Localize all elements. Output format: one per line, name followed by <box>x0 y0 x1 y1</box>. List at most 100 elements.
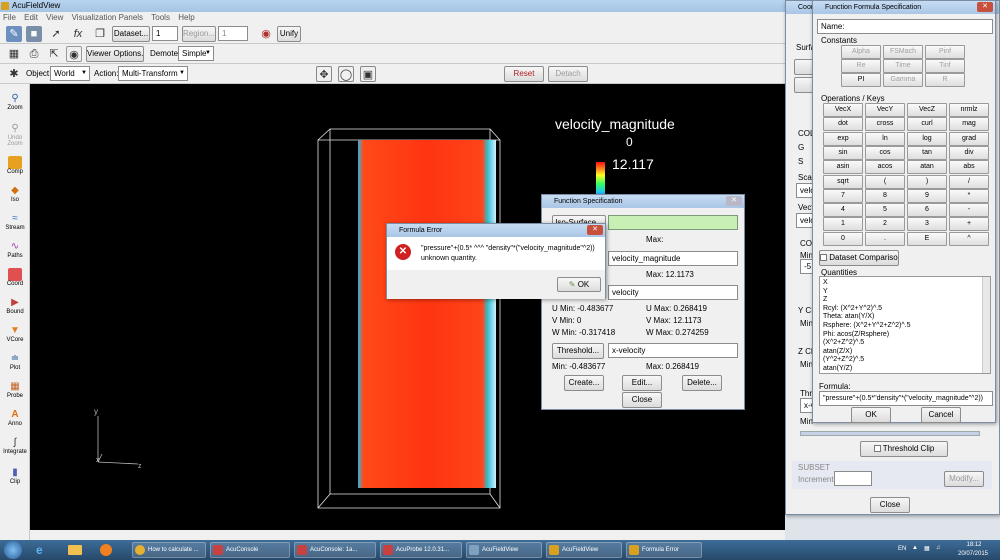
key-button[interactable]: ^ <box>949 231 989 246</box>
print-icon[interactable]: ⎙ <box>26 46 42 62</box>
function-icon[interactable]: fx <box>70 26 86 42</box>
quantity-item[interactable]: Theta: atan(Y/X) <box>823 313 990 322</box>
key-button[interactable]: VecX <box>823 103 863 117</box>
key-button[interactable]: atan <box>907 160 947 175</box>
clip-tool[interactable]: ▮ Clip <box>0 466 30 485</box>
quantity-item[interactable]: atan(Y/Z) <box>823 365 990 373</box>
quantity-item[interactable]: (X^2+Z^2)^.5 <box>823 339 990 348</box>
taskbar-item-acufieldview-2[interactable]: AcuFieldView <box>546 542 622 558</box>
key-button[interactable]: - <box>949 203 989 218</box>
key-button[interactable]: 4 <box>823 203 863 218</box>
constant-button[interactable]: Gamma <box>883 73 923 87</box>
constant-button[interactable]: PI <box>841 73 881 87</box>
action-select[interactable]: Multi-Transform ▼ <box>118 66 188 81</box>
quantity-item[interactable]: Rsphere: (X^2+Y^2+Z^2)^.5 <box>823 322 990 331</box>
key-button[interactable]: grad <box>949 131 989 146</box>
key-button[interactable]: ( <box>865 174 905 189</box>
open-icon[interactable]: ✎ <box>6 26 22 42</box>
bound-tool[interactable]: ▶ Bound <box>0 296 30 315</box>
quantities-scrollbar[interactable] <box>982 277 990 373</box>
close-icon[interactable]: ✕ <box>587 225 603 235</box>
cursor-icon[interactable]: ➚ <box>48 26 64 42</box>
demote-select[interactable]: Simple ▼ <box>178 46 214 61</box>
coord-close-button[interactable]: Close <box>870 497 910 513</box>
start-button[interactable] <box>4 541 22 559</box>
iso-tool[interactable]: ◆ Iso <box>0 184 30 203</box>
constant-button[interactable]: R <box>925 73 965 87</box>
viewer-options-button[interactable]: Viewer Options... <box>86 46 144 62</box>
dataset-input[interactable]: 1 <box>152 26 178 41</box>
key-button[interactable]: 5 <box>865 203 905 218</box>
iso-surface-field[interactable] <box>608 215 738 230</box>
globe-icon[interactable]: ◉ <box>258 26 274 42</box>
key-button[interactable]: ) <box>907 174 947 189</box>
function-spec-close-button[interactable]: Close <box>622 392 662 408</box>
modify-button[interactable]: Modify... <box>944 471 984 487</box>
dataset-comparison-toggle[interactable]: Dataset Comparison <box>819 250 899 266</box>
move-icon[interactable]: ✥ <box>316 66 332 82</box>
clock-date[interactable]: 20/07/2015 <box>952 551 994 557</box>
language-indicator[interactable]: EN <box>898 546 906 552</box>
taskbar-item-acufieldview[interactable]: AcuFieldView <box>466 542 542 558</box>
constant-button[interactable]: FSMach <box>883 45 923 59</box>
key-button[interactable]: sqrt <box>823 174 863 189</box>
key-button[interactable]: abs <box>949 160 989 175</box>
quantity-item[interactable]: Y <box>823 288 990 297</box>
close-icon[interactable]: ✕ <box>977 2 993 12</box>
reset-button[interactable]: Reset <box>504 66 544 82</box>
unify-button[interactable]: Unify <box>277 26 301 42</box>
key-button[interactable]: tan <box>907 145 947 160</box>
color-field-input[interactable]: velocity_magnitude <box>608 251 738 266</box>
key-button[interactable]: 2 <box>865 217 905 232</box>
vector-field-input[interactable]: velocity <box>608 285 738 300</box>
grid-icon[interactable]: ▦ <box>6 46 22 62</box>
create-button[interactable]: Create... <box>564 375 604 391</box>
key-button[interactable]: nrmlz <box>949 103 989 117</box>
tray-arrow-icon[interactable]: ▲ <box>912 545 918 551</box>
key-button[interactable]: 6 <box>907 203 947 218</box>
key-button[interactable]: 3 <box>907 217 947 232</box>
key-button[interactable]: 0 <box>823 231 863 246</box>
coord-button-1[interactable] <box>794 59 814 75</box>
formula-input[interactable]: "pressure"+(0.5*"density"*("velocity_mag… <box>819 391 993 406</box>
threshold-field-input[interactable]: x-velocity <box>608 343 738 358</box>
menu-tools[interactable]: Tools <box>151 13 170 22</box>
constant-button[interactable]: Tinf <box>925 59 965 73</box>
delete-button[interactable]: Delete... <box>682 375 722 391</box>
key-button[interactable]: dot <box>823 117 863 132</box>
key-button[interactable]: 8 <box>865 188 905 203</box>
constant-button[interactable]: Alpha <box>841 45 881 59</box>
rotate-icon[interactable]: ◯ <box>338 66 354 82</box>
region-button[interactable]: Region... <box>182 26 216 42</box>
constant-button[interactable]: Re <box>841 59 881 73</box>
key-button[interactable]: 7 <box>823 188 863 203</box>
anno-tool[interactable]: A Anno <box>0 408 30 427</box>
formula-cancel-button[interactable]: Cancel <box>921 407 961 423</box>
close-icon[interactable]: ✕ <box>726 196 742 206</box>
comp-tool[interactable]: Comp <box>0 156 30 175</box>
taskbar-item-acuprobe[interactable]: AcuProbe 12.0.31... <box>380 542 462 558</box>
zoom-tool[interactable]: ⚲ Zoom <box>0 92 30 111</box>
menu-visualization-panels[interactable]: Visualization Panels <box>72 13 143 22</box>
key-button[interactable]: curl <box>907 117 947 132</box>
detach-button[interactable]: Detach <box>548 66 588 82</box>
key-button[interactable]: E <box>907 231 947 246</box>
key-button[interactable]: div <box>949 145 989 160</box>
key-button[interactable]: 9 <box>907 188 947 203</box>
edit-button[interactable]: Edit... <box>622 375 662 391</box>
quantity-item[interactable]: atan(Z/X) <box>823 348 990 357</box>
taskbar-item-browser[interactable]: How to calculate ... <box>132 542 206 558</box>
quantities-list[interactable]: X Y Z Rcyl: (X^2+Y^2)^.5 Theta: atan(Y/X) Rsp… <box>819 276 991 374</box>
camera-icon[interactable]: ◉ <box>66 46 82 62</box>
stream-tool[interactable]: ≈ Stream <box>0 212 30 231</box>
key-button[interactable]: sin <box>823 145 863 160</box>
key-button[interactable]: * <box>949 188 989 203</box>
increment-input[interactable] <box>834 471 872 486</box>
dataset-button[interactable]: Dataset... <box>112 26 150 42</box>
key-button[interactable]: + <box>949 217 989 232</box>
paths-tool[interactable]: ∿ Paths <box>0 240 30 259</box>
probe-tool[interactable]: ▦ Probe <box>0 380 30 399</box>
key-button[interactable]: acos <box>865 160 905 175</box>
key-button[interactable]: VecZ <box>907 103 947 117</box>
threshold-button[interactable]: Threshold... <box>552 343 604 359</box>
